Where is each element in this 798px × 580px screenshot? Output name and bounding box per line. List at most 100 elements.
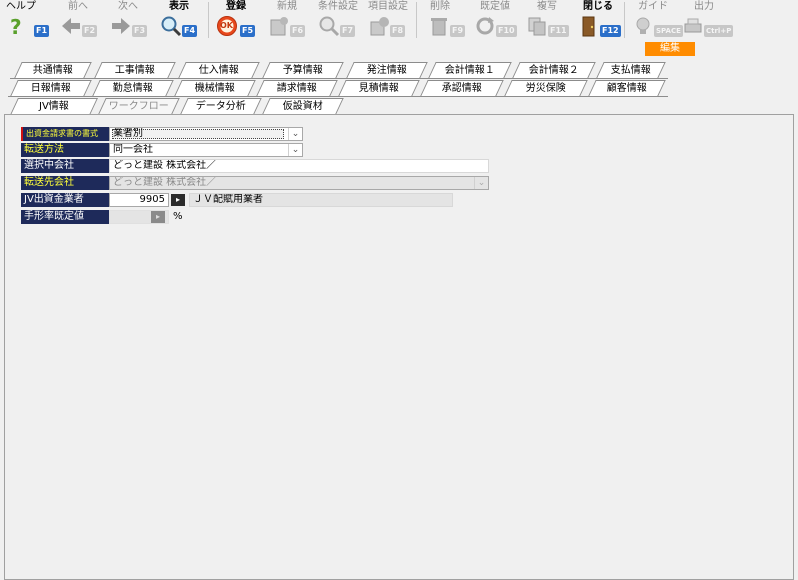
jv-vendor-name-field: ＪＶ配賦用業者 — [189, 193, 453, 207]
toolbar-separator — [208, 2, 209, 38]
bill-ratio-row: 手形率既定値 ▸ % — [21, 210, 221, 224]
tab-machine-info[interactable]: 機械情報 — [174, 80, 256, 96]
tab-row-1: 共通情報 工事情報 仕入情報 予算情報 発注情報 会計情報１ 会計情報２ 支払情… — [0, 62, 798, 78]
default-label: 既定値 — [480, 1, 510, 12]
tab-budget-info[interactable]: 予算情報 — [262, 62, 344, 78]
copy-button[interactable]: 複写 F11 — [522, 0, 572, 40]
tab-estimate-info[interactable]: 見積情報 — [338, 80, 420, 96]
new-button[interactable]: 新規 F6 — [264, 0, 310, 40]
tab-label: JV情報 — [39, 101, 69, 112]
guide-button[interactable]: ガイド SPACE — [628, 0, 683, 40]
delete-button[interactable]: 削除 F9 — [420, 0, 466, 40]
tab-label: 仕入情報 — [198, 65, 239, 76]
tab-label: 支払情報 — [610, 65, 651, 76]
destination-company-select[interactable]: どっと建設 株式会社／ ⌄ — [109, 176, 489, 190]
jv-vendor-lookup-button[interactable]: ▸ — [171, 194, 185, 206]
invoice-format-row: 出資金請求書の書式 業者別 ⌄ — [21, 127, 303, 141]
default-fkey: F10 — [496, 25, 517, 37]
tab-label: 会計情報２ — [528, 65, 579, 76]
prev-button[interactable]: 前へ F2 — [56, 0, 100, 40]
tab-label: 仮設資材 — [282, 101, 323, 112]
default-button[interactable]: 既定値 F10 — [470, 0, 520, 40]
jv-vendor-label: JV出資金業者 — [21, 193, 109, 207]
tab-approval-info[interactable]: 承認情報 — [420, 80, 504, 96]
display-label: 表示 — [169, 1, 189, 12]
magnifier-icon — [161, 16, 182, 37]
refresh-icon — [476, 17, 494, 35]
tab-row-2: 日報情報 勤怠情報 機械情報 請求情報 見積情報 承認情報 労災保険 顧客情報 — [0, 80, 798, 96]
tab-billing-info[interactable]: 請求情報 — [256, 80, 338, 96]
tab-workers-comp[interactable]: 労災保険 — [504, 80, 588, 96]
tab-label: 承認情報 — [441, 83, 482, 94]
transfer-method-row: 転送方法 同一会社 ⌄ — [21, 143, 303, 157]
guide-label: ガイド — [638, 1, 668, 12]
help-button[interactable]: ヘルプ ? F1 — [4, 0, 50, 40]
item-settings-fkey: F8 — [390, 25, 406, 37]
toolbar-separator — [624, 2, 625, 38]
selected-company-row: 選択中会社 どっと建設 株式会社／ — [21, 159, 491, 173]
tab-label: 見積情報 — [358, 83, 399, 94]
tab-attendance-info[interactable]: 勤怠情報 — [92, 80, 174, 96]
tab-label: 機械情報 — [194, 83, 235, 94]
close-button[interactable]: 閉じる F12 — [574, 0, 622, 40]
transfer-method-select[interactable]: 同一会社 ⌄ — [109, 143, 303, 157]
tab-label: 労災保険 — [525, 83, 566, 94]
tab-accounting-info-1[interactable]: 会計情報１ — [428, 62, 512, 78]
next-label: 次へ — [118, 1, 138, 12]
tab-customer-info[interactable]: 顧客情報 — [588, 80, 666, 96]
tab-label: 顧客情報 — [606, 83, 647, 94]
tab-row-2-baseline — [8, 96, 668, 97]
condition-button[interactable]: 条件設定 F7 — [314, 0, 362, 40]
tab-common-info[interactable]: 共通情報 — [14, 62, 92, 78]
output-label: 出力 — [694, 1, 714, 12]
tab-payment-info[interactable]: 支払情報 — [596, 62, 666, 78]
invoice-format-label: 出資金請求書の書式 — [21, 127, 109, 141]
jv-vendor-code-input[interactable]: 9905 — [109, 193, 169, 207]
tab-construction-info[interactable]: 工事情報 — [94, 62, 176, 78]
copy-fkey: F11 — [548, 25, 569, 37]
invoice-format-select[interactable]: 業者別 ⌄ — [109, 127, 303, 141]
register-button[interactable]: 登録 OK F5 — [212, 0, 260, 40]
prev-label: 前へ — [68, 1, 88, 12]
item-settings-button[interactable]: 項目設定 F8 — [364, 0, 412, 40]
tab-label: 共通情報 — [32, 65, 73, 76]
tab-accounting-info-2[interactable]: 会計情報２ — [512, 62, 596, 78]
tab-jv-info[interactable]: JV情報 — [10, 98, 98, 115]
settings-icon — [370, 17, 389, 36]
toolbar-separator — [416, 2, 417, 38]
chevron-down-icon[interactable]: ⌄ — [288, 128, 302, 140]
help-fkey: F1 — [34, 25, 50, 37]
bill-ratio-label: 手形率既定値 — [21, 210, 109, 224]
bill-ratio-unit: % — [173, 211, 183, 222]
tab-order-info[interactable]: 発注情報 — [346, 62, 428, 78]
register-icon-text: OK — [220, 21, 233, 30]
copy-icon — [528, 17, 546, 36]
register-fkey: F5 — [240, 25, 256, 37]
tab-workflow[interactable]: ワークフロー — [98, 98, 180, 114]
next-button[interactable]: 次へ F3 — [106, 0, 150, 40]
help-label: ヘルプ — [6, 1, 36, 12]
chevron-down-icon[interactable]: ⌄ — [288, 144, 302, 156]
chevron-down-icon[interactable]: ⌄ — [474, 177, 488, 189]
close-label: 閉じる — [583, 1, 613, 12]
jv-info-panel: 出資金請求書の書式 業者別 ⌄ 転送方法 同一会社 ⌄ 選択中会社 どっと建設 … — [4, 114, 794, 580]
tab-daily-report-info[interactable]: 日報情報 — [10, 80, 92, 96]
jv-vendor-name: ＪＶ配賦用業者 — [193, 194, 263, 205]
tab-purchase-info[interactable]: 仕入情報 — [178, 62, 260, 78]
new-document-icon — [270, 17, 288, 36]
door-icon — [582, 16, 595, 37]
trash-icon — [431, 18, 447, 36]
display-button[interactable]: 表示 F4 — [156, 0, 202, 40]
tab-label: 予算情報 — [282, 65, 323, 76]
delete-fkey: F9 — [450, 25, 466, 37]
jv-vendor-row: JV出資金業者 9905 ▸ ＪＶ配賦用業者 — [21, 193, 461, 207]
bill-ratio-lookup-button[interactable]: ▸ — [151, 211, 165, 223]
printer-icon — [684, 18, 702, 33]
output-button[interactable]: 出力 Ctrl+P — [678, 0, 734, 40]
tab-label: 工事情報 — [114, 65, 155, 76]
next-fkey: F3 — [132, 25, 148, 37]
tab-data-analysis[interactable]: データ分析 — [180, 98, 262, 114]
svg-text:?: ? — [10, 15, 22, 37]
tab-label: 会計情報１ — [444, 65, 495, 76]
tab-temporary-materials[interactable]: 仮設資材 — [262, 98, 344, 114]
